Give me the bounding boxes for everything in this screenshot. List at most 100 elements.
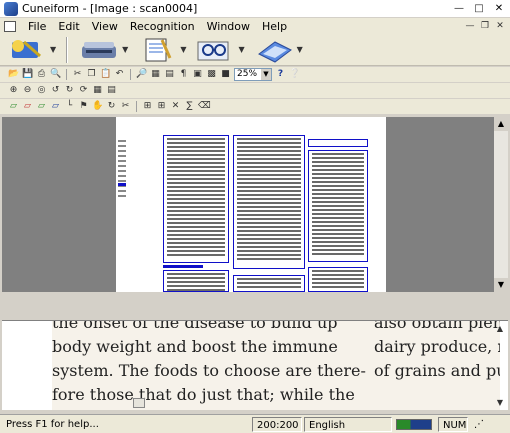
snippet-column-left: the onset of the disease to build up bod…	[52, 320, 366, 407]
copy-icon[interactable]: ❐	[86, 69, 97, 80]
mdi-restore-button[interactable]: ❐	[479, 20, 491, 32]
cut-icon[interactable]: ✂	[72, 69, 83, 80]
minimize-button[interactable]: —	[450, 1, 468, 17]
pane-splitter[interactable]	[2, 292, 508, 320]
add-row-icon[interactable]: ⊞	[142, 101, 153, 112]
chevron-down-icon[interactable]: ▼	[122, 45, 128, 54]
recognize-area-icon[interactable]: ▱	[50, 101, 61, 112]
rotate-left-icon[interactable]: ↺	[50, 85, 61, 96]
menu-help[interactable]: Help	[256, 20, 293, 33]
delete-icon[interactable]: ✕	[170, 101, 181, 112]
rotate-180-icon[interactable]: ⟳	[78, 85, 89, 96]
table-icon[interactable]: ▦	[150, 69, 161, 80]
status-bar: Press F1 for help... 200:200 dpi English…	[0, 414, 510, 433]
image-view[interactable]	[2, 117, 494, 292]
hand-icon[interactable]: ✋	[92, 101, 103, 112]
add-column-icon[interactable]: ⊞	[156, 101, 167, 112]
help-icon[interactable]: ?	[275, 69, 286, 80]
view-toolbar: ⊕ ⊖ ◎ ↺ ↻ ⟳ ▦ ▤	[0, 83, 510, 98]
zoom-fit-icon[interactable]: ◎	[36, 85, 47, 96]
text-block[interactable]	[308, 150, 368, 262]
fit-page-icon[interactable]: ▦	[92, 85, 103, 96]
scroll-down-icon[interactable]: ▼	[494, 278, 508, 292]
document-icon	[145, 38, 172, 61]
context-help-icon[interactable]: ❔	[289, 69, 300, 80]
frame-icon[interactable]: ▣	[192, 69, 203, 80]
image-vertical-scrollbar[interactable]: ▲ ▼	[494, 117, 508, 292]
print-preview-icon[interactable]: 🔍	[50, 69, 61, 80]
scissors-icon[interactable]: ✂	[120, 101, 131, 112]
recognize-tool[interactable]: ▼	[194, 36, 245, 64]
heading-block[interactable]	[308, 139, 368, 147]
chevron-down-icon[interactable]: ▼	[261, 69, 271, 80]
columns-icon[interactable]: ▤	[164, 69, 175, 80]
standard-toolbar: 📂 💾 ⎙ 🔍 ✂ ❐ 📋 ↶ 🔎 ▦ ▤ ¶ ▣ ▩ ■ 25% ▼ ? ❔	[0, 67, 510, 82]
pilcrow-icon[interactable]: ¶	[178, 69, 189, 80]
scroll-up-icon[interactable]: ▲	[494, 323, 506, 335]
fit-width-icon[interactable]: ▤	[106, 85, 117, 96]
save-icon[interactable]: 💾	[22, 69, 33, 80]
export-tool[interactable]: ▼	[253, 36, 303, 64]
text-block[interactable]	[233, 275, 305, 292]
text-block-icon[interactable]: ▱	[8, 101, 19, 112]
cuneiform-app-icon	[4, 1, 18, 16]
mdi-minimize-button[interactable]: —	[464, 20, 476, 32]
status-num-lock: NUM	[438, 416, 468, 432]
close-button[interactable]: ✕	[490, 1, 508, 17]
scan-tool[interactable]: ▼	[6, 36, 56, 64]
stop-icon[interactable]: ■	[220, 69, 231, 80]
rotate-icon[interactable]: ↻	[106, 101, 117, 112]
document-window-icon[interactable]	[4, 20, 16, 32]
text-block[interactable]	[308, 267, 368, 292]
open-icon[interactable]: 📂	[8, 69, 19, 80]
orthogonal-icon[interactable]: └	[64, 101, 75, 112]
snippet-line: the onset of the disease to build up	[52, 320, 338, 332]
menu-edit[interactable]: Edit	[52, 20, 85, 33]
window-title: Cuneiform - [Image : scan0004]	[22, 2, 198, 15]
text-snippet-view[interactable]: the onset of the disease to build up bod…	[2, 320, 508, 410]
mdi-close-button[interactable]: ✕	[494, 20, 506, 32]
menu-window[interactable]: Window	[201, 20, 256, 33]
snippet-line: dairy produce, nuts and	[374, 337, 500, 356]
layout-tool[interactable]: ▼	[136, 36, 186, 64]
print-icon[interactable]: ⎙	[36, 69, 47, 80]
scan-icon	[12, 39, 41, 58]
table-block-icon[interactable]: ▱	[36, 101, 47, 112]
zoom-out-icon[interactable]: ⊖	[22, 85, 33, 96]
undo-icon[interactable]: ↶	[114, 69, 125, 80]
rotate-right-icon[interactable]: ↻	[64, 85, 75, 96]
page-margin-text	[118, 137, 128, 200]
zoom-select[interactable]: 25% ▼	[234, 68, 272, 81]
text-block[interactable]	[163, 135, 229, 263]
block-marker	[118, 183, 126, 186]
zoom-in-icon[interactable]: ⊕	[8, 85, 19, 96]
export-icon	[257, 40, 292, 63]
scroll-down-icon[interactable]: ▼	[494, 397, 506, 409]
separator	[136, 101, 137, 112]
chevron-down-icon[interactable]: ▼	[180, 45, 186, 54]
scroll-up-icon[interactable]: ▲	[494, 117, 508, 131]
chevron-down-icon[interactable]: ▼	[238, 45, 244, 54]
menu-recognition[interactable]: Recognition	[124, 20, 201, 33]
text-block[interactable]	[233, 135, 305, 269]
flag-icon[interactable]: ⚑	[78, 101, 89, 112]
maximize-button[interactable]: □	[470, 1, 488, 17]
recognize-icon	[197, 41, 229, 60]
resize-grip-icon[interactable]: ⋰	[470, 417, 492, 432]
snippet-line: fore those that do just that; while the	[52, 385, 355, 404]
picture-block-icon[interactable]: ▱	[22, 101, 33, 112]
menu-view[interactable]: View	[86, 20, 124, 33]
clear-icon[interactable]: ∑	[184, 101, 195, 112]
image-icon[interactable]: ▩	[206, 69, 217, 80]
title-bar: Cuneiform - [Image : scan0004] — □ ✕	[0, 0, 510, 18]
scanner-tool[interactable]: ▼	[78, 36, 128, 64]
menu-bar: File Edit View Recognition Window Help —…	[0, 18, 510, 34]
menu-file[interactable]: File	[22, 20, 52, 33]
chevron-down-icon[interactable]: ▼	[297, 45, 303, 54]
text-block[interactable]	[163, 270, 229, 292]
eraser-icon[interactable]: ⌫	[198, 101, 211, 112]
chevron-down-icon[interactable]: ▼	[50, 45, 56, 54]
find-icon[interactable]: 🔎	[136, 69, 147, 80]
paste-icon[interactable]: 📋	[100, 69, 111, 80]
horizontal-scroll-thumb[interactable]	[133, 398, 145, 408]
